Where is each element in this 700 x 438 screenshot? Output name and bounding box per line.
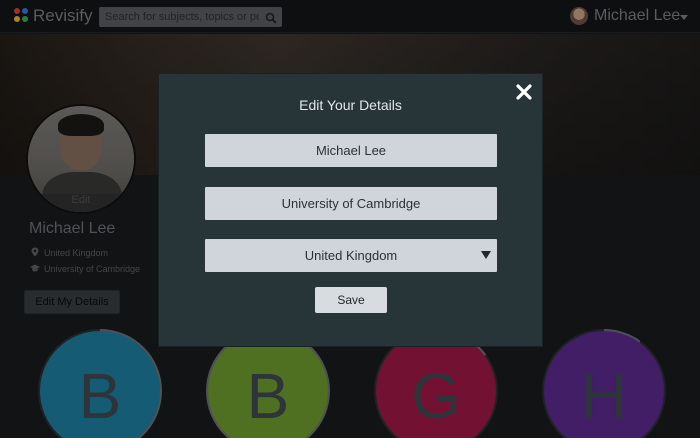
save-button[interactable]: Save	[315, 287, 387, 313]
country-select[interactable]: United Kingdom	[205, 239, 497, 272]
dropdown-arrow-icon[interactable]	[481, 251, 491, 259]
university-field[interactable]	[205, 187, 497, 220]
edit-details-modal: Edit Your Details United Kingdom Save	[158, 73, 543, 347]
country-select-value: United Kingdom	[304, 248, 398, 263]
modal-title: Edit Your Details	[299, 97, 402, 113]
name-field[interactable]	[205, 134, 497, 167]
close-icon[interactable]	[516, 84, 532, 100]
